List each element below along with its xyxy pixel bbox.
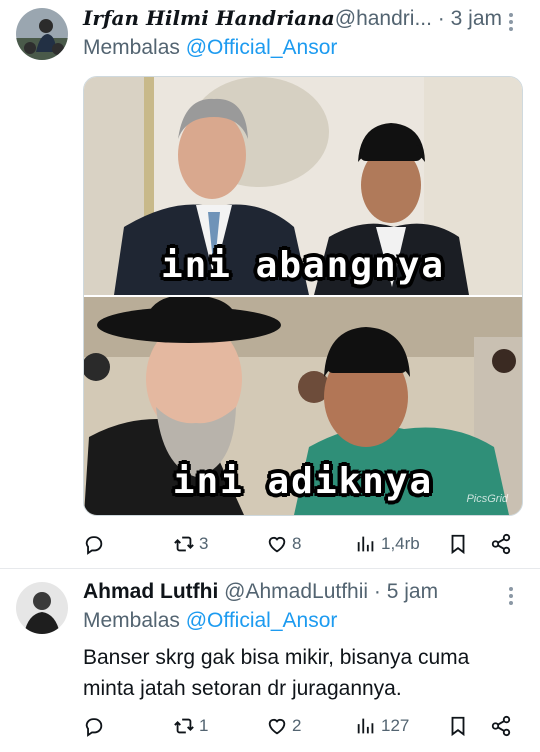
reply-context: Membalas @Official_Ansor	[83, 609, 337, 633]
tweet-text-line: minta jatah setoran dr juragannya.	[83, 677, 402, 700]
bookmark-icon	[451, 534, 465, 555]
reply-button[interactable]	[83, 529, 105, 559]
tweet-header: Irfan Hilmi Handriana@handri... · 3 jam	[83, 6, 502, 31]
display-name[interactable]: Ahmad Lutfhi	[83, 580, 218, 603]
timestamp[interactable]: 3 jam	[451, 7, 502, 30]
views-icon	[357, 718, 374, 734]
retweet-count: 3	[199, 534, 209, 553]
tweet-divider	[0, 568, 540, 569]
handle[interactable]: @handri...	[335, 7, 432, 30]
tweet-image[interactable]: ini abangnya ini adiknya PicsGrid	[83, 76, 523, 516]
more-options-icon[interactable]	[508, 586, 522, 606]
handle[interactable]: @AhmadLutfhii	[224, 580, 368, 603]
tweet-text: Banser skrg gak bisa mikir, bisanya cuma…	[83, 642, 469, 704]
retweet-icon	[174, 536, 194, 552]
views-icon	[357, 536, 374, 552]
tweet-text-line: Banser skrg gak bisa mikir, bisanya cuma	[83, 646, 470, 669]
reply-icon	[85, 536, 103, 555]
action-bar: 1 2 127	[83, 711, 523, 741]
meme-caption-bottom: ini adiknya	[172, 461, 434, 502]
avatar[interactable]	[16, 582, 68, 634]
action-bar: 3 8 1,4rb	[83, 529, 523, 559]
retweet-button[interactable]: 1	[173, 711, 208, 741]
share-icon	[491, 715, 511, 737]
views-button[interactable]: 127	[355, 711, 409, 741]
reply-prefix: Membalas	[83, 36, 180, 59]
bookmark-button[interactable]	[447, 529, 469, 559]
watermark: PicsGrid	[466, 493, 508, 505]
views-count: 1,4rb	[381, 534, 420, 553]
reply-icon	[85, 718, 103, 737]
reply-button[interactable]	[83, 711, 105, 741]
like-button[interactable]: 8	[266, 529, 301, 559]
separator-dot: ·	[437, 7, 445, 30]
retweet-icon	[174, 718, 194, 734]
views-count: 127	[381, 716, 410, 735]
reply-context: Membalas @Official_Ansor	[83, 36, 337, 60]
views-button[interactable]: 1,4rb	[355, 529, 420, 559]
reply-mention-link[interactable]: @Official_Ansor	[186, 36, 338, 59]
retweet-button[interactable]: 3	[173, 529, 208, 559]
more-options-icon[interactable]	[508, 12, 522, 32]
like-button[interactable]: 2	[266, 711, 301, 741]
heart-icon	[268, 536, 286, 553]
bookmark-button[interactable]	[447, 711, 469, 741]
reply-prefix: Membalas	[83, 609, 180, 632]
meme-caption-top: ini abangnya	[160, 245, 446, 286]
reply-mention-link[interactable]: @Official_Ansor	[186, 609, 338, 632]
meme-panel-top: ini abangnya	[84, 77, 522, 295]
heart-icon	[268, 718, 286, 735]
share-icon	[491, 533, 511, 555]
like-count: 8	[292, 534, 302, 553]
bookmark-icon	[451, 716, 465, 737]
separator-dot: ·	[373, 580, 381, 603]
display-name[interactable]: Irfan Hilmi Handriana	[83, 6, 335, 30]
share-button[interactable]	[490, 711, 512, 741]
retweet-count: 1	[199, 716, 209, 735]
timestamp[interactable]: 5 jam	[387, 580, 438, 603]
avatar[interactable]	[16, 8, 68, 60]
tweet-header: Ahmad Lutfhi @AhmadLutfhii · 5 jam	[83, 580, 438, 604]
share-button[interactable]	[490, 529, 512, 559]
meme-panel-bottom: ini adiknya PicsGrid	[84, 297, 522, 515]
like-count: 2	[292, 716, 302, 735]
